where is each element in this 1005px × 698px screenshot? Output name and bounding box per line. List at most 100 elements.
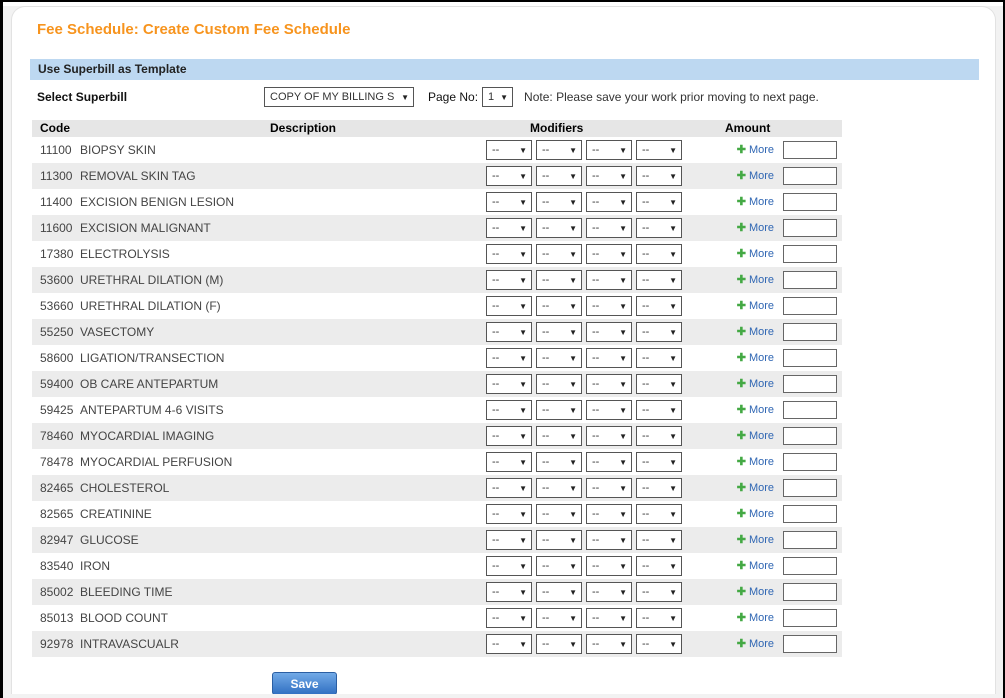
modifier-select-2[interactable]: --▼ bbox=[536, 452, 582, 472]
modifier-select-2[interactable]: --▼ bbox=[536, 478, 582, 498]
modifier-select-3[interactable]: --▼ bbox=[586, 244, 632, 264]
modifier-select-3[interactable]: --▼ bbox=[586, 140, 632, 160]
modifier-select-1[interactable]: --▼ bbox=[486, 504, 532, 524]
modifier-select-4[interactable]: --▼ bbox=[636, 348, 682, 368]
amount-input[interactable] bbox=[783, 427, 837, 445]
more-link[interactable]: ✚ More bbox=[737, 170, 774, 182]
modifier-select-4[interactable]: --▼ bbox=[636, 270, 682, 290]
more-link[interactable]: ✚ More bbox=[737, 248, 774, 260]
modifier-select-1[interactable]: --▼ bbox=[486, 452, 532, 472]
amount-input[interactable] bbox=[783, 245, 837, 263]
modifier-select-4[interactable]: --▼ bbox=[636, 192, 682, 212]
modifier-select-4[interactable]: --▼ bbox=[636, 166, 682, 186]
modifier-select-3[interactable]: --▼ bbox=[586, 348, 632, 368]
modifier-select-3[interactable]: --▼ bbox=[586, 374, 632, 394]
more-link[interactable]: ✚ More bbox=[737, 586, 774, 598]
modifier-select-4[interactable]: --▼ bbox=[636, 400, 682, 420]
modifier-select-1[interactable]: --▼ bbox=[486, 400, 532, 420]
plus-icon[interactable]: ✚ bbox=[737, 275, 746, 286]
plus-icon[interactable]: ✚ bbox=[737, 535, 746, 546]
modifier-select-2[interactable]: --▼ bbox=[536, 166, 582, 186]
modifier-select-2[interactable]: --▼ bbox=[536, 322, 582, 342]
plus-icon[interactable]: ✚ bbox=[737, 249, 746, 260]
modifier-select-1[interactable]: --▼ bbox=[486, 556, 532, 576]
amount-input[interactable] bbox=[783, 193, 837, 211]
amount-input[interactable] bbox=[783, 323, 837, 341]
modifier-select-2[interactable]: --▼ bbox=[536, 296, 582, 316]
amount-input[interactable] bbox=[783, 349, 837, 367]
plus-icon[interactable]: ✚ bbox=[737, 509, 746, 520]
modifier-select-2[interactable]: --▼ bbox=[536, 582, 582, 602]
modifier-select-4[interactable]: --▼ bbox=[636, 374, 682, 394]
plus-icon[interactable]: ✚ bbox=[737, 145, 746, 156]
plus-icon[interactable]: ✚ bbox=[737, 613, 746, 624]
amount-input[interactable] bbox=[783, 401, 837, 419]
amount-input[interactable] bbox=[783, 479, 837, 497]
amount-input[interactable] bbox=[783, 219, 837, 237]
modifier-select-2[interactable]: --▼ bbox=[536, 556, 582, 576]
more-link[interactable]: ✚ More bbox=[737, 508, 774, 520]
modifier-select-2[interactable]: --▼ bbox=[536, 244, 582, 264]
more-link[interactable]: ✚ More bbox=[737, 560, 774, 572]
modifier-select-4[interactable]: --▼ bbox=[636, 452, 682, 472]
amount-input[interactable] bbox=[783, 141, 837, 159]
modifier-select-4[interactable]: --▼ bbox=[636, 556, 682, 576]
modifier-select-3[interactable]: --▼ bbox=[586, 634, 632, 654]
amount-input[interactable] bbox=[783, 271, 837, 289]
modifier-select-3[interactable]: --▼ bbox=[586, 530, 632, 550]
plus-icon[interactable]: ✚ bbox=[737, 457, 746, 468]
amount-input[interactable] bbox=[783, 635, 837, 653]
more-link[interactable]: ✚ More bbox=[737, 612, 774, 624]
amount-input[interactable] bbox=[783, 167, 837, 185]
modifier-select-3[interactable]: --▼ bbox=[586, 400, 632, 420]
modifier-select-3[interactable]: --▼ bbox=[586, 478, 632, 498]
plus-icon[interactable]: ✚ bbox=[737, 587, 746, 598]
more-link[interactable]: ✚ More bbox=[737, 638, 774, 650]
modifier-select-3[interactable]: --▼ bbox=[586, 192, 632, 212]
amount-input[interactable] bbox=[783, 505, 837, 523]
modifier-select-2[interactable]: --▼ bbox=[536, 634, 582, 654]
more-link[interactable]: ✚ More bbox=[737, 404, 774, 416]
modifier-select-2[interactable]: --▼ bbox=[536, 192, 582, 212]
modifier-select-4[interactable]: --▼ bbox=[636, 140, 682, 160]
modifier-select-1[interactable]: --▼ bbox=[486, 374, 532, 394]
modifier-select-1[interactable]: --▼ bbox=[486, 608, 532, 628]
modifier-select-2[interactable]: --▼ bbox=[536, 374, 582, 394]
more-link[interactable]: ✚ More bbox=[737, 274, 774, 286]
more-link[interactable]: ✚ More bbox=[737, 482, 774, 494]
plus-icon[interactable]: ✚ bbox=[737, 379, 746, 390]
modifier-select-2[interactable]: --▼ bbox=[536, 270, 582, 290]
modifier-select-1[interactable]: --▼ bbox=[486, 582, 532, 602]
modifier-select-4[interactable]: --▼ bbox=[636, 504, 682, 524]
plus-icon[interactable]: ✚ bbox=[737, 353, 746, 364]
modifier-select-4[interactable]: --▼ bbox=[636, 296, 682, 316]
more-link[interactable]: ✚ More bbox=[737, 222, 774, 234]
modifier-select-1[interactable]: --▼ bbox=[486, 218, 532, 238]
more-link[interactable]: ✚ More bbox=[737, 378, 774, 390]
amount-input[interactable] bbox=[783, 297, 837, 315]
modifier-select-3[interactable]: --▼ bbox=[586, 166, 632, 186]
plus-icon[interactable]: ✚ bbox=[737, 197, 746, 208]
modifier-select-1[interactable]: --▼ bbox=[486, 270, 532, 290]
more-link[interactable]: ✚ More bbox=[737, 534, 774, 546]
modifier-select-3[interactable]: --▼ bbox=[586, 296, 632, 316]
plus-icon[interactable]: ✚ bbox=[737, 561, 746, 572]
modifier-select-2[interactable]: --▼ bbox=[536, 218, 582, 238]
modifier-select-2[interactable]: --▼ bbox=[536, 348, 582, 368]
modifier-select-4[interactable]: --▼ bbox=[636, 478, 682, 498]
amount-input[interactable] bbox=[783, 453, 837, 471]
page-no-select[interactable]: 1 ▼ bbox=[482, 87, 513, 107]
modifier-select-1[interactable]: --▼ bbox=[486, 530, 532, 550]
modifier-select-1[interactable]: --▼ bbox=[486, 140, 532, 160]
modifier-select-4[interactable]: --▼ bbox=[636, 608, 682, 628]
plus-icon[interactable]: ✚ bbox=[737, 327, 746, 338]
modifier-select-3[interactable]: --▼ bbox=[586, 582, 632, 602]
modifier-select-2[interactable]: --▼ bbox=[536, 504, 582, 524]
modifier-select-2[interactable]: --▼ bbox=[536, 140, 582, 160]
modifier-select-2[interactable]: --▼ bbox=[536, 530, 582, 550]
modifier-select-1[interactable]: --▼ bbox=[486, 244, 532, 264]
modifier-select-3[interactable]: --▼ bbox=[586, 218, 632, 238]
modifier-select-1[interactable]: --▼ bbox=[486, 166, 532, 186]
modifier-select-1[interactable]: --▼ bbox=[486, 322, 532, 342]
modifier-select-1[interactable]: --▼ bbox=[486, 634, 532, 654]
